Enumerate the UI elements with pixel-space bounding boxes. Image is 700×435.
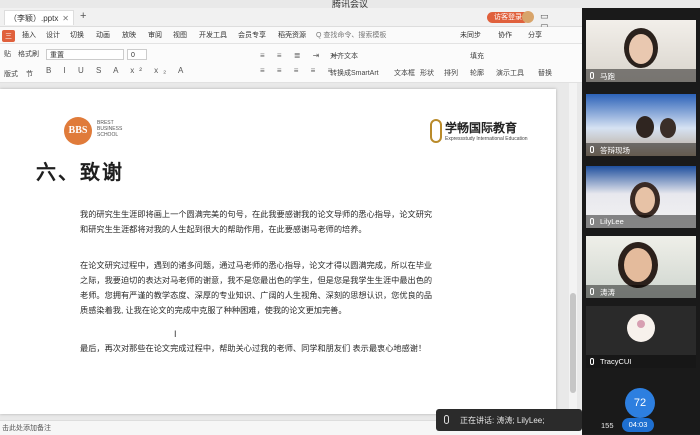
bbs-logo-text: BREST BUSINESS SCHOOL	[97, 120, 123, 138]
notes-placeholder[interactable]: 击此处添加备注	[2, 423, 51, 433]
participant-name: 马跑	[600, 72, 615, 81]
slide[interactable]: BBS BREST BUSINESS SCHOOL 学畅国际教育 Express…	[0, 89, 556, 414]
avatar[interactable]	[522, 11, 534, 23]
format-painter-button[interactable]: 格式刷	[18, 49, 39, 59]
paste-button[interactable]: 贴	[4, 49, 11, 59]
microphone-icon	[444, 415, 449, 424]
align-icons[interactable]: ≡ ≡ ≡ ≡ ≡	[260, 66, 337, 75]
meeting-title-bar: 腾讯会议	[0, 0, 700, 9]
document-tab-label: （李颖）.pptx	[9, 14, 59, 23]
video-tile[interactable]: 涛涛	[586, 236, 696, 298]
participant-figure	[636, 116, 654, 138]
menu-design[interactable]: 设计	[46, 30, 60, 40]
video-panel: 马跑 答辩现场 LilyLee 涛涛 TracyCUI	[582, 8, 700, 434]
menu-member[interactable]: 会员专享	[238, 30, 266, 40]
menu-slideshow[interactable]: 放映	[122, 30, 136, 40]
fill-button[interactable]: 填充	[470, 51, 484, 61]
participant-name: 涛涛	[600, 288, 615, 297]
slide-heading: 六、致谢	[36, 162, 124, 184]
xuechang-emblem-icon	[430, 119, 442, 143]
participant-figure	[660, 118, 676, 138]
partial-count-label: 155	[601, 421, 614, 430]
paragraph-line: 之际，我要迫切的表达对马老师的谢意，我不是您最出色的学生，但是您是我学生生涯中最…	[80, 276, 433, 285]
presentation-window: （李颖）.pptx ✕ + 访客登录 ▭ ▢ ✕ 三 插入 设计 切换 动画 放…	[0, 8, 582, 435]
menu-insert[interactable]: 插入	[22, 30, 36, 40]
video-tile[interactable]: LilyLee	[586, 166, 696, 228]
font-size-select[interactable]: 0	[127, 49, 147, 60]
textbox-button[interactable]: 文本框	[394, 68, 415, 78]
video-tile[interactable]: 答辩现场	[586, 94, 696, 156]
close-tab-icon[interactable]: ✕	[62, 11, 69, 26]
menu-animation[interactable]: 动画	[96, 30, 110, 40]
meeting-timer: 04:03	[622, 418, 654, 432]
menu-view[interactable]: 视图	[173, 30, 187, 40]
video-tile[interactable]: 马跑	[586, 20, 696, 82]
participant-count-badge[interactable]: 72	[625, 388, 655, 418]
outline-button[interactable]: 轮廓	[470, 68, 484, 78]
slide-canvas: BBS BREST BUSINESS SCHOOL 学畅国际教育 Express…	[0, 83, 582, 420]
collaborate-button[interactable]: 协作	[498, 30, 512, 40]
paragraph-line: 老师。您拥有严谨的教学态度、深厚的专业知识、广阔的人生视角、深刻的思想认识，您优…	[80, 291, 433, 300]
font-name-select[interactable]: 重置	[46, 49, 124, 60]
acknowledgement-paragraph-1: 我的研究生生涯即将画上一个圆满完美的句号，在此我要感谢我的论文导师的悉心指导，论…	[80, 207, 432, 237]
microphone-icon	[590, 358, 594, 365]
bbs-logo: BBS	[64, 117, 92, 145]
vertical-scrollbar[interactable]	[569, 83, 577, 420]
acknowledgement-paragraph-3: 最后，再次对那些在论文完成过程中，帮助关心过我的老师、同学和朋友们 表示最衷心地…	[80, 341, 426, 356]
align-text-button[interactable]: 对齐文本	[330, 51, 358, 61]
section-button[interactable]: 节	[26, 69, 33, 79]
menu-transition[interactable]: 切换	[70, 30, 84, 40]
speaking-label: 正在讲话: 涛涛; LilyLee;	[460, 416, 545, 425]
participant-face	[629, 34, 653, 64]
speaking-indicator: 正在讲话: 涛涛; LilyLee;	[436, 409, 582, 431]
document-tab-bar: （李颖）.pptx ✕ + 访客登录 ▭ ▢ ✕	[0, 8, 582, 43]
menu-start[interactable]: 三	[2, 30, 15, 42]
participant-name: TracyCUI	[600, 357, 632, 366]
share-button[interactable]: 分享	[528, 30, 542, 40]
flower-icon	[637, 320, 645, 328]
menu-review[interactable]: 审阅	[148, 30, 162, 40]
avatar	[627, 314, 655, 342]
ribbon-toolbar: 贴 格式刷 版式 节 重置 0 B I U S A x² x₂ A ≡ ≡ ≣ …	[0, 44, 582, 83]
participant-face	[635, 187, 655, 213]
paragraph-line: 在论文研究过程中，遇到的诸多问题，通过马老师的悉心指导，论文才得以圆满完成，所以…	[80, 261, 433, 270]
xuechang-logo-name: 学畅国际教育	[445, 121, 518, 135]
replace-button[interactable]: 替换	[538, 68, 552, 78]
microphone-icon	[590, 218, 594, 225]
menu-docer[interactable]: 稻壳资源	[278, 30, 306, 40]
menu-bar: 三 插入 设计 切换 动画 放映 审阅 视图 开发工具 会员专享 稻壳资源 Q …	[0, 27, 582, 44]
scrollbar-thumb[interactable]	[570, 293, 576, 393]
participant-face	[624, 248, 652, 282]
shape-button[interactable]: 形状	[420, 68, 434, 78]
microphone-icon	[590, 146, 594, 153]
smartart-button[interactable]: 转换成SmartArt	[330, 68, 379, 78]
participant-name: 答辩现场	[600, 146, 630, 155]
video-tile[interactable]: TracyCUI	[586, 306, 696, 368]
format-icons[interactable]: B I U S A x² x₂ A	[46, 66, 188, 75]
paragraph-line: 我的研究生生涯即将画上一个圆满完美的句号，在此我要感谢我的论文导师的悉心指导，论…	[80, 210, 433, 219]
sync-status[interactable]: 未同步	[460, 30, 481, 40]
menu-developer[interactable]: 开发工具	[199, 30, 227, 40]
new-tab-icon[interactable]: +	[80, 10, 86, 22]
microphone-icon	[590, 288, 594, 295]
participant-name: LilyLee	[600, 217, 624, 226]
layout-button[interactable]: 版式	[4, 69, 18, 79]
presenter-tools-button[interactable]: 演示工具	[496, 68, 524, 78]
document-tab[interactable]: （李颖）.pptx ✕	[4, 10, 74, 25]
arrange-button[interactable]: 排列	[444, 68, 458, 78]
acknowledgement-paragraph-2: 在论文研究过程中，遇到的诸多问题，通过马老师的悉心指导，论文才得以圆满完成，所以…	[80, 258, 432, 318]
microphone-icon	[590, 72, 594, 79]
paragraph-line: 最后，再次对那些在论文完成过程中，帮助关心过我的老师、同学和朋友们 表示最衷心地…	[80, 344, 427, 353]
command-search[interactable]: Q 查找命令、搜索模板	[316, 30, 386, 40]
paragraph-line: 和研究生生涯都将对我的人生起到很大的帮助作用，在此要感谢马老师的培养。	[80, 225, 367, 234]
text-cursor-icon: I	[174, 329, 177, 339]
xuechang-logo-sub: Expressstudy International Education	[445, 136, 528, 142]
paragraph-line: 质感染着我, 让我在论文的完成中克服了种种困难，使我的论文更加完善。	[80, 306, 347, 315]
